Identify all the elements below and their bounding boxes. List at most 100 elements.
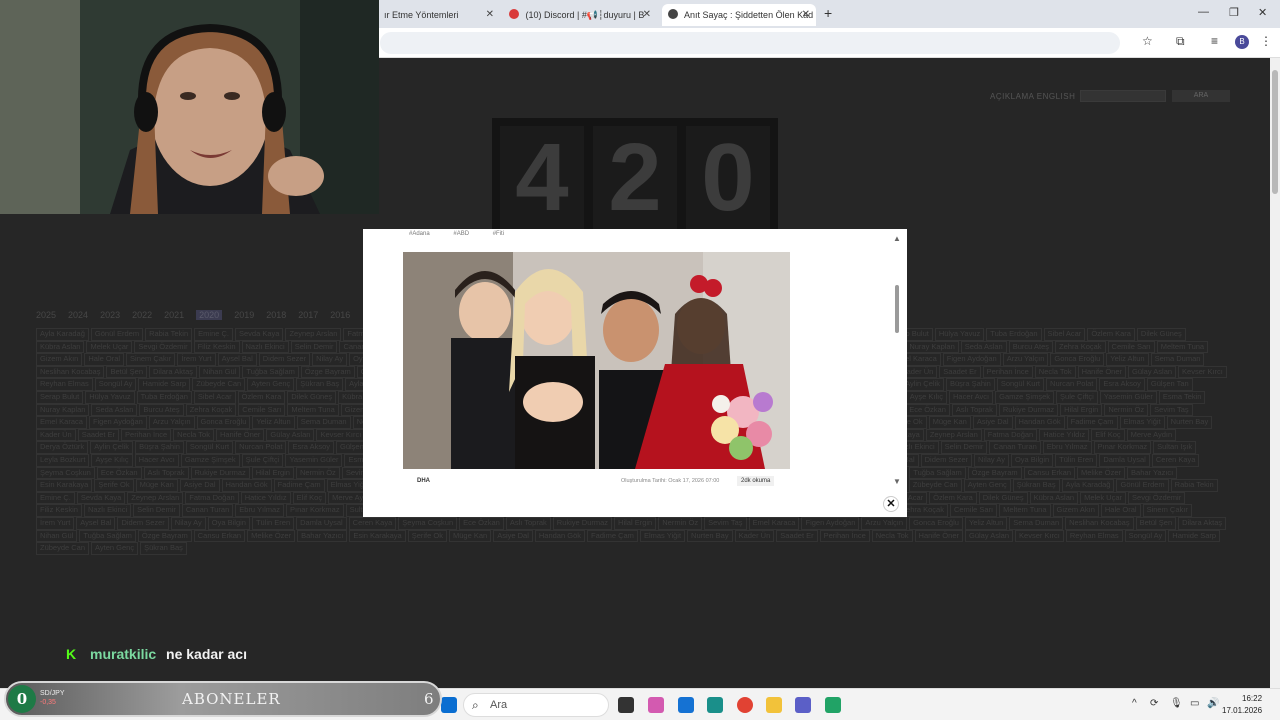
victim-name[interactable]: Arzu Yalçın [861,516,908,530]
year-link[interactable]: 2023 [100,310,120,320]
victim-name[interactable]: Özlem Kara [237,390,286,404]
close-icon[interactable]: ✕ [802,4,810,26]
victim-name[interactable]: Gizem Akın [1052,504,1099,517]
victim-name[interactable]: Figen Aydoğan [801,516,860,530]
victim-name[interactable]: Ayşe Kılıç [91,453,133,467]
file-explorer-icon[interactable] [766,697,782,713]
victim-name[interactable]: Fadime Çam [273,479,325,492]
victim-name[interactable]: Ece Özkan [96,466,142,480]
media-control-icon[interactable]: ≡ [1211,34,1218,48]
victim-name[interactable]: Şükran Baş [296,378,344,391]
victim-name[interactable]: Ceren Kaya [348,516,397,530]
victim-name[interactable]: Cansu Erkan [193,529,246,543]
obs-app-icon[interactable] [825,697,841,713]
extensions-icon[interactable]: ⧉ [1176,34,1185,49]
victim-name[interactable]: Ayten Genç [91,542,139,555]
victim-name[interactable]: Damla Uysal [296,516,347,530]
victim-name[interactable]: Esma Tekin [1158,390,1206,404]
victim-name[interactable]: Ebru Yılmaz [235,504,284,517]
victim-name[interactable]: Hatice Yıldız [240,491,291,505]
victim-name[interactable]: Kevser Kırcı [316,428,366,442]
victim-name[interactable]: Özge Bayram [300,365,355,379]
victim-name[interactable]: Aslı Toprak [951,403,997,417]
victim-name[interactable]: Rukiye Durmaz [998,403,1059,417]
victim-name[interactable]: Aslı Toprak [505,516,551,530]
victim-name[interactable]: Perihan İnce [121,428,172,442]
victim-name[interactable]: Hale Oral [84,353,125,366]
victim-name[interactable]: Nurten Bay [1166,416,1213,429]
victim-name[interactable]: Zeynep Arslan [127,491,184,505]
modal-scrollbar-thumb[interactable] [895,285,899,333]
taskbar-search[interactable]: ⌕ Ara [463,693,609,717]
victim-name[interactable]: Reyhan Elmas [36,378,93,391]
victim-name[interactable]: Tuba Erdoğan [136,390,192,404]
victim-name[interactable]: Gonca Eroğlu [1050,353,1105,366]
victim-name[interactable]: Selin Demir [940,441,988,454]
victim-name[interactable]: Saadet Er [939,365,981,379]
victim-name[interactable]: Şeyma Coşkun [36,466,95,480]
victim-name[interactable]: Rabia Tekin [1170,479,1218,492]
victim-name[interactable]: Tuğba Sağlam [242,365,299,379]
victim-name[interactable]: Tuğba Sağlam [909,466,966,480]
close-icon[interactable]: ✕ [643,4,651,26]
victim-name[interactable]: Müge Kan [448,529,492,543]
victim-name[interactable]: Canan Turan [181,504,234,517]
victim-name[interactable]: Asiye Dal [179,479,220,492]
year-link[interactable]: 2021 [164,310,184,320]
victim-name[interactable]: Nurten Bay [687,529,733,543]
victim-name[interactable]: Sema Duman [1009,516,1064,530]
victim-name[interactable]: Hanife Öner [914,529,963,543]
victim-name[interactable]: Sevim Taş [704,516,747,530]
victim-name[interactable]: Elif Koç [1091,428,1125,442]
victim-name[interactable]: Nilay Ay [312,353,348,366]
victim-name[interactable]: Ayla Karadağ [36,328,89,341]
victim-name[interactable]: Tülin Eren [1055,453,1098,467]
victim-name[interactable]: Filiz Keskin [36,504,82,517]
victim-name[interactable]: Asiye Dal [493,529,533,543]
minimize-icon[interactable]: — [1198,6,1209,18]
chevron-up-icon[interactable]: ^ [1132,698,1137,709]
victim-name[interactable]: Sevgi Özdemir [134,340,192,354]
microphone-icon[interactable]: 🎙 [1170,698,1183,709]
victim-name[interactable]: Yeliz Altun [252,416,295,429]
victim-name[interactable]: Cemile Sarı [949,504,998,517]
close-icon[interactable]: ✕ [486,4,494,26]
victim-name[interactable]: İrem Yurt [36,516,75,530]
victim-name[interactable]: Gonca Eroğlu [196,416,251,429]
victim-name[interactable]: Şükran Baş [140,542,187,555]
victim-name[interactable]: Arzu Yalçın [148,416,195,429]
victim-name[interactable]: Nermin Öz [1104,403,1149,417]
victim-name[interactable]: Özlem Kara [1087,328,1135,341]
page-scrollbar-thumb[interactable] [1272,70,1278,194]
victim-name[interactable]: Fadime Çam [587,529,638,543]
victim-name[interactable]: Bahar Yazıcı [1127,466,1178,480]
victim-name[interactable]: Elmas Yiğit [1119,416,1165,429]
victim-name[interactable]: Esin Karakaya [349,529,406,543]
victim-name[interactable]: Kübra Aslan [36,340,85,354]
victim-name[interactable]: Emel Karaca [36,416,87,429]
victim-name[interactable]: Zübeyde Can [36,542,90,555]
victim-name[interactable]: Özge Bayram [967,466,1022,480]
task-view-icon[interactable] [618,697,634,713]
victim-name[interactable]: Dilara Aktaş [1178,516,1227,530]
chrome-icon[interactable] [737,697,753,713]
year-link[interactable]: 2019 [234,310,254,320]
victim-name[interactable]: Ayla Karadağ [1061,479,1115,492]
victim-name[interactable]: Özge Bayram [137,529,192,543]
victim-name[interactable]: Sibel Acar [1043,328,1086,341]
victim-name[interactable]: Gülay Aslan [964,529,1014,543]
victim-name[interactable]: Songül Kurt [185,441,234,454]
victim-name[interactable]: Oya Bilgin [1010,453,1054,467]
victim-name[interactable]: Nermin Öz [295,466,340,480]
victim-name[interactable]: Nazlı Ekinci [241,340,289,354]
victim-name[interactable]: Meltem Tuna [999,504,1051,517]
victim-name[interactable]: Hülya Yavuz [85,390,135,404]
victim-name[interactable]: Zeynep Arslan [285,328,342,341]
victim-name[interactable]: Hamide Sarp [138,378,191,391]
victim-name[interactable]: Pınar Korkmaz [285,504,344,517]
tag[interactable]: #Fiti [493,231,504,237]
victim-name[interactable]: Betül Şen [1135,516,1177,530]
victim-name[interactable]: Seda Aslan [960,340,1007,354]
victim-name[interactable]: Dilek Güneş [1136,328,1186,341]
tag[interactable]: #ABD [453,231,469,237]
